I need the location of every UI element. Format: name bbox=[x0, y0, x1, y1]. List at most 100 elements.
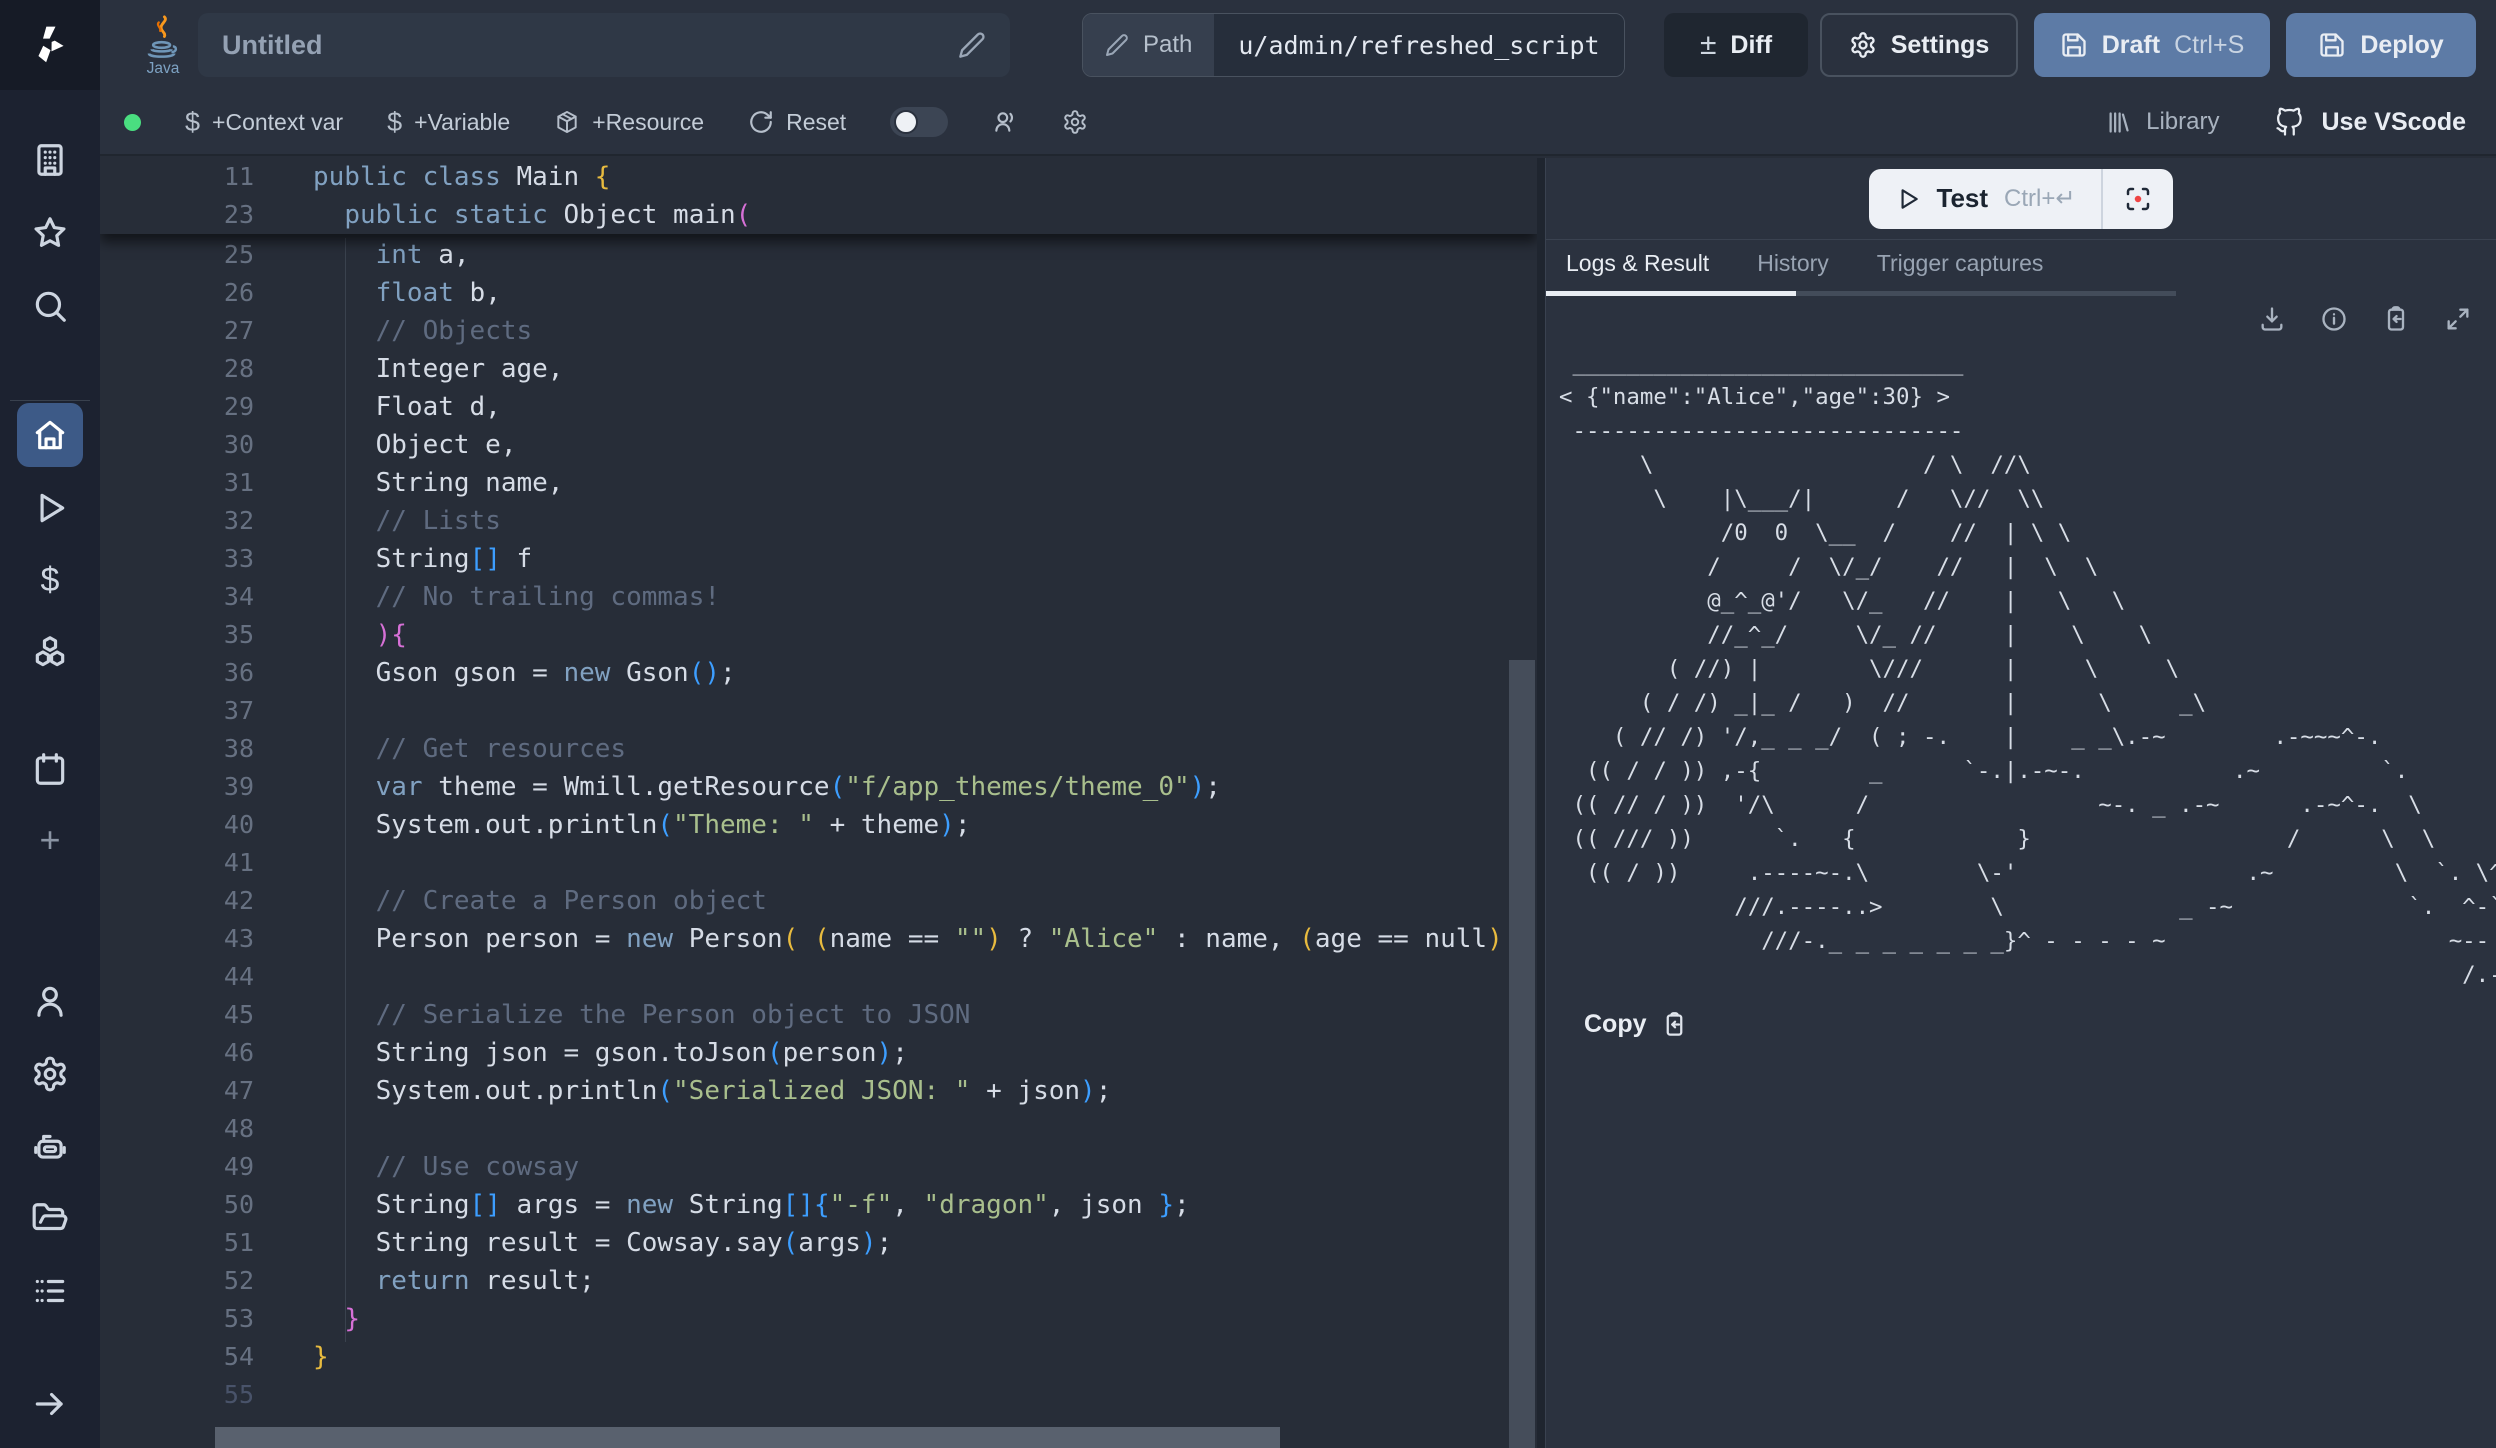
line-number: 47 bbox=[100, 1072, 254, 1110]
sidebar-item-robot[interactable] bbox=[0, 1114, 100, 1178]
line-number: 28 bbox=[100, 350, 254, 388]
toggle-knob bbox=[894, 110, 918, 134]
line-number: 35 bbox=[100, 616, 254, 654]
sidebar-item-calendar[interactable] bbox=[0, 737, 100, 801]
library-button[interactable]: Library bbox=[2105, 108, 2219, 136]
code-text bbox=[254, 844, 313, 882]
download-icon[interactable] bbox=[2258, 305, 2286, 333]
code-text: // Use cowsay bbox=[254, 1148, 579, 1186]
line-number: 53 bbox=[100, 1300, 254, 1338]
line-number: 44 bbox=[100, 958, 254, 996]
sidebar-item-home[interactable] bbox=[0, 403, 100, 467]
copy-result-button[interactable]: Copy bbox=[1584, 1010, 2496, 1039]
path-label-segment[interactable]: Path bbox=[1083, 14, 1214, 76]
editor-settings-button[interactable] bbox=[1062, 109, 1088, 135]
multiplayer-button[interactable] bbox=[992, 109, 1018, 135]
sidebar-item-arrow-right[interactable] bbox=[0, 1372, 100, 1436]
use-vscode-button[interactable]: Use VScode bbox=[2275, 107, 2466, 137]
code-line: 38 // Get resources bbox=[100, 730, 1537, 768]
plus-icon: + bbox=[39, 819, 60, 861]
path-value-segment[interactable]: u/admin/refreshed_script bbox=[1214, 14, 1623, 76]
panel-divider[interactable] bbox=[1537, 158, 1545, 1448]
sidebar-item-building[interactable] bbox=[0, 128, 100, 192]
sidebar-item-play[interactable] bbox=[0, 476, 100, 540]
folder-icon bbox=[31, 1200, 69, 1238]
diff-mode-toggle[interactable] bbox=[890, 107, 948, 137]
editor-toolbar: $ +Context var $ +Variable +Resource Res… bbox=[100, 90, 2496, 156]
list-icon bbox=[31, 1272, 69, 1310]
settings-button[interactable]: Settings bbox=[1820, 13, 2018, 77]
code-text: Gson gson = new Gson(); bbox=[254, 654, 736, 692]
expand-icon[interactable] bbox=[2444, 305, 2472, 333]
vertical-scrollbar-thumb[interactable] bbox=[1509, 660, 1535, 1448]
save-icon bbox=[2060, 31, 2088, 59]
library-icon bbox=[2105, 109, 2132, 136]
code-editor[interactable]: 11public class Main {23 public static Ob… bbox=[100, 158, 1537, 1448]
github-icon bbox=[2275, 107, 2305, 137]
path-value: u/admin/refreshed_script bbox=[1238, 31, 1599, 60]
diff-label: Diff bbox=[1730, 31, 1772, 60]
add-resource-button[interactable]: +Resource bbox=[554, 109, 704, 136]
code-line: 51 String result = Cowsay.say(args); bbox=[100, 1224, 1537, 1262]
code-text: // Get resources bbox=[254, 730, 626, 768]
capture-test-button[interactable] bbox=[2103, 169, 2173, 229]
sidebar-item-star[interactable] bbox=[0, 201, 100, 265]
code-text bbox=[254, 1376, 313, 1414]
code-text: public static Object main( bbox=[254, 196, 751, 234]
svg-text:Java: Java bbox=[147, 60, 180, 76]
reset-button[interactable]: Reset bbox=[748, 109, 846, 136]
deploy-button[interactable]: Deploy bbox=[2286, 13, 2476, 77]
test-button[interactable]: Test Ctrl+↵ bbox=[1869, 183, 2102, 214]
code-line: 55 bbox=[100, 1376, 1537, 1414]
dollar-icon: $ bbox=[185, 107, 200, 138]
script-title-input[interactable]: Untitled bbox=[198, 13, 1010, 77]
draft-button[interactable]: Draft Ctrl+S bbox=[2034, 13, 2270, 77]
add-variable-button[interactable]: $ +Variable bbox=[387, 107, 510, 138]
code-line: 31 String name, bbox=[100, 464, 1537, 502]
script-title-value: Untitled bbox=[222, 30, 958, 61]
tab-trigger-captures[interactable]: Trigger captures bbox=[1877, 240, 2044, 277]
code-text: ){ bbox=[254, 616, 407, 654]
code-line: 50 String[] args = new String[]{"-f", "d… bbox=[100, 1186, 1537, 1224]
sidebar-item-search[interactable] bbox=[0, 274, 100, 338]
tab-history[interactable]: History bbox=[1757, 240, 1829, 277]
line-number: 52 bbox=[100, 1262, 254, 1300]
tab-logs-result[interactable]: Logs & Result bbox=[1566, 240, 1709, 277]
sidebar-item-dollar[interactable]: $ bbox=[0, 548, 100, 612]
code-line: 26 float b, bbox=[100, 274, 1537, 312]
edit-path-pencil-icon bbox=[1105, 33, 1129, 57]
code-line: 45 // Serialize the Person object to JSO… bbox=[100, 996, 1537, 1034]
line-number: 50 bbox=[100, 1186, 254, 1224]
code-line: 53 } bbox=[100, 1300, 1537, 1338]
path-field[interactable]: Path u/admin/refreshed_script bbox=[1082, 13, 1625, 77]
code-text: Object e, bbox=[254, 426, 517, 464]
line-number: 40 bbox=[100, 806, 254, 844]
info-icon[interactable] bbox=[2320, 305, 2348, 333]
code-line: 35 ){ bbox=[100, 616, 1537, 654]
sidebar-item-list[interactable] bbox=[0, 1259, 100, 1323]
draft-shortcut: Ctrl+S bbox=[2174, 31, 2244, 60]
sidebar-item-person[interactable] bbox=[0, 969, 100, 1033]
code-line: 27 // Objects bbox=[100, 312, 1537, 350]
diff-button[interactable]: ± Diff bbox=[1664, 13, 1808, 77]
code-text: String[] f bbox=[254, 540, 532, 578]
code-line: 44 bbox=[100, 958, 1537, 996]
code-line: 25 int a, bbox=[100, 236, 1537, 274]
sidebar-item-plus[interactable]: + bbox=[0, 808, 100, 872]
sidebar-item-cubes[interactable] bbox=[0, 620, 100, 684]
code-line: 29 Float d, bbox=[100, 388, 1537, 426]
copy-label: Copy bbox=[1584, 1010, 1647, 1039]
sidebar-item-folder[interactable] bbox=[0, 1187, 100, 1251]
add-context-var-button[interactable]: $ +Context var bbox=[185, 107, 343, 138]
edit-title-pencil-icon[interactable] bbox=[958, 31, 986, 59]
clipboard-copy-icon[interactable] bbox=[2382, 305, 2410, 333]
cubes-icon bbox=[31, 633, 69, 671]
code-line: 33 String[] f bbox=[100, 540, 1537, 578]
code-text: int a, bbox=[254, 236, 470, 274]
line-number: 31 bbox=[100, 464, 254, 502]
windmill-logo[interactable] bbox=[0, 0, 100, 90]
code-line: 28 Integer age, bbox=[100, 350, 1537, 388]
dollar-icon: $ bbox=[387, 107, 402, 138]
sidebar-item-gear[interactable] bbox=[0, 1042, 100, 1106]
horizontal-scrollbar-thumb[interactable] bbox=[215, 1427, 1280, 1448]
